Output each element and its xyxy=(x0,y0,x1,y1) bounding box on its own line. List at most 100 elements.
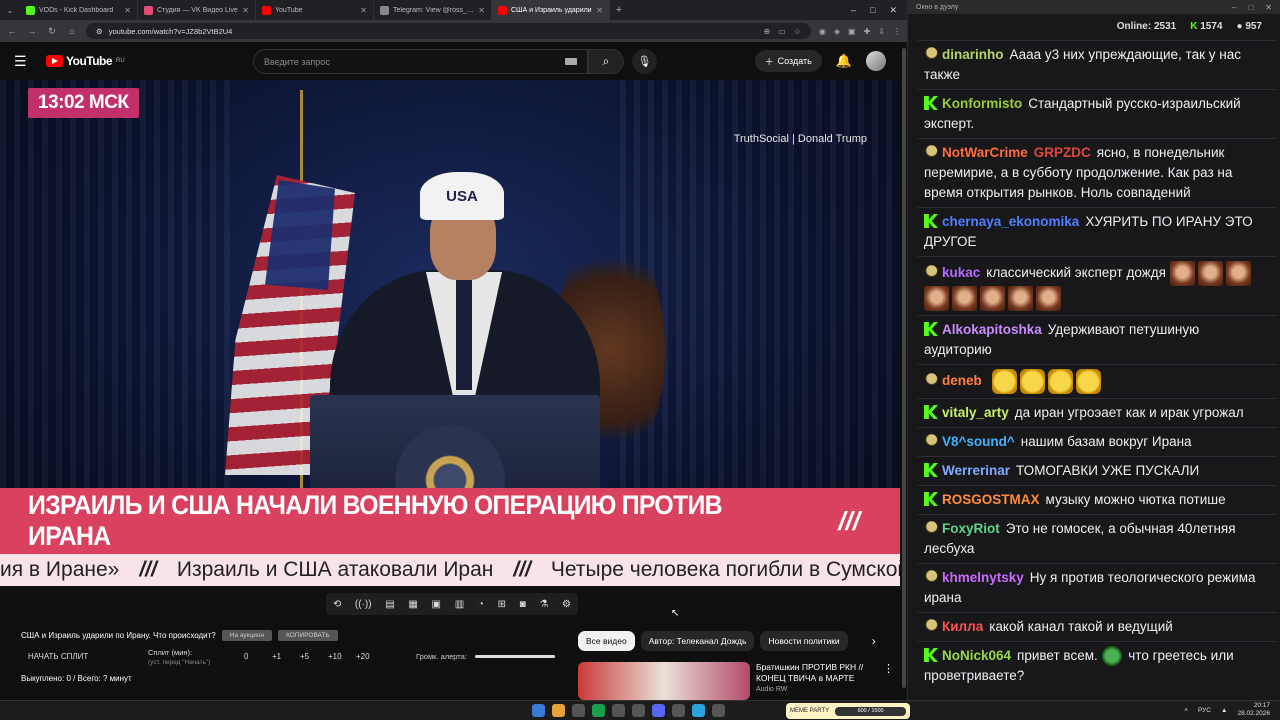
chat-username[interactable]: khmelnytsky xyxy=(942,570,1024,585)
start-split-button[interactable]: НАЧАТЬ СПЛИТ xyxy=(28,652,88,661)
telegram-icon[interactable] xyxy=(692,704,705,717)
chat-username[interactable]: dinarinho xyxy=(942,47,1004,62)
split-option[interactable]: 0 xyxy=(244,652,272,661)
camera-icon[interactable]: ◙ xyxy=(520,599,526,610)
subtitles-icon[interactable]: ▥ xyxy=(455,599,464,610)
chat-username[interactable]: FoxyRiot xyxy=(942,521,1000,536)
voice-search-button[interactable]: 🎙 xyxy=(632,49,657,74)
extension-icon[interactable]: ◈ xyxy=(834,27,840,36)
alert-volume-slider[interactable] xyxy=(474,655,555,658)
meme-party-widget[interactable]: MEME PARTY 600 / 1500 xyxy=(786,703,910,719)
site-info-icon[interactable]: ⚙ xyxy=(96,27,103,36)
close-icon[interactable]: ✕ xyxy=(1265,3,1272,12)
maximize-icon[interactable]: □ xyxy=(1248,3,1253,12)
tab-search-icon[interactable]: ⌄ xyxy=(0,0,20,20)
flask-icon[interactable]: ⚗ xyxy=(539,599,548,610)
minimize-icon[interactable]: – xyxy=(851,5,856,16)
chip-all-videos[interactable]: Все видео xyxy=(578,631,635,651)
chat-username[interactable]: vitaly_arty xyxy=(942,405,1009,420)
browser-icon[interactable] xyxy=(552,704,565,717)
app-icon[interactable] xyxy=(572,704,585,717)
chat-username[interactable]: chernaya_ekonomika xyxy=(942,214,1079,229)
chat-username[interactable]: kukac xyxy=(942,265,980,280)
chat-username[interactable]: Werrerinar xyxy=(942,463,1010,478)
browser-tab[interactable]: США и Израиль ударили ✕ xyxy=(492,0,610,20)
chat-username[interactable]: Килла xyxy=(942,619,983,634)
chip-politics-news[interactable]: Новости политики xyxy=(760,631,848,651)
keyboard-icon[interactable] xyxy=(565,58,577,65)
close-icon[interactable]: ✕ xyxy=(889,5,897,16)
chat-username[interactable]: V8^sound^ xyxy=(942,434,1015,449)
avatar[interactable] xyxy=(866,51,886,71)
tab-close-icon[interactable]: ✕ xyxy=(242,6,249,15)
puzzle-icon[interactable]: ✚ xyxy=(864,27,871,36)
browser-tab[interactable]: Telegram: View @ross_name✕ xyxy=(374,0,492,20)
chat-username[interactable]: NotWarCrime xyxy=(942,145,1028,160)
add-box-icon[interactable]: ⊞ xyxy=(498,599,506,610)
url-field[interactable]: ⚙ youtube.com/watch?v=JZ8b2VtB2U4 ⊕ ▭ ☆ xyxy=(86,23,811,39)
start-icon[interactable] xyxy=(532,704,545,717)
extension-icon[interactable]: ▣ xyxy=(848,27,856,36)
chat-username[interactable]: NoNick064 xyxy=(942,648,1011,663)
network-icon[interactable]: ▲ xyxy=(1221,707,1227,714)
copy-button[interactable]: КОПИРОВАТЬ xyxy=(278,630,338,641)
tab-close-icon[interactable]: ✕ xyxy=(360,6,367,15)
chat-username[interactable]: GRPZDC xyxy=(1034,145,1091,160)
split-option[interactable]: +5 xyxy=(300,652,328,661)
gear-icon[interactable]: ⚙ xyxy=(562,599,571,610)
bookmark-star-icon[interactable]: ☆ xyxy=(794,27,801,36)
maximize-icon[interactable]: □ xyxy=(870,5,875,16)
picture-in-picture-icon[interactable]: ▣ xyxy=(432,599,441,610)
broadcast-icon[interactable]: ((·)) xyxy=(355,599,372,610)
chat-messages[interactable]: dinarinho Аааа у3 них упреждающие, так у … xyxy=(918,40,1276,694)
split-option[interactable]: +20 xyxy=(356,652,384,661)
tab-close-icon[interactable]: ✕ xyxy=(124,6,131,15)
home-icon[interactable]: ⌂ xyxy=(66,26,78,36)
recommended-video[interactable]: Братишкин ПРОТИВ РКН // КОНЕЦ ТВИЧА в МА… xyxy=(578,662,894,700)
spotify-icon[interactable] xyxy=(592,704,605,717)
browser-tab[interactable]: VODs - Kick Dashboard ✕ xyxy=(20,0,138,20)
auction-button[interactable]: На аукцион xyxy=(221,630,273,641)
download-icon[interactable]: ⇩ xyxy=(878,27,885,36)
speed-icon[interactable]: ◔ xyxy=(478,599,484,610)
extension-icon[interactable]: ◉ xyxy=(819,27,826,36)
loop-icon[interactable]: ⟲ xyxy=(333,599,341,610)
back-icon[interactable]: ← xyxy=(6,26,18,36)
chevron-up-icon[interactable]: ˄ xyxy=(1184,707,1188,714)
more-options-icon[interactable]: ⋮ xyxy=(883,662,894,700)
notifications-bell-icon[interactable]: 🔔 xyxy=(836,53,852,69)
app-icon[interactable] xyxy=(632,704,645,717)
minimize-icon[interactable]: – xyxy=(1232,3,1236,12)
translate-icon[interactable]: ⊕ xyxy=(763,27,770,36)
chip-author[interactable]: Автор: Телеканал Дождь xyxy=(640,631,755,651)
chat-username[interactable]: Alkokapitoshka xyxy=(942,322,1042,337)
menu-dots-icon[interactable]: ⋮ xyxy=(893,27,901,36)
browser-tab[interactable]: YouTube ✕ xyxy=(256,0,374,20)
tab-close-icon[interactable]: ✕ xyxy=(478,6,485,15)
search-input[interactable]: Введите запрос xyxy=(253,49,588,74)
chat-username[interactable]: Konformisto xyxy=(942,96,1022,111)
chevron-right-icon[interactable]: › xyxy=(872,634,876,648)
chat-username[interactable]: deneb xyxy=(942,373,982,388)
video-player[interactable]: USA 13:02 МСК TruthSocial | Donald Trump… xyxy=(0,80,900,586)
hamburger-menu-icon[interactable]: ☰ xyxy=(14,53,38,70)
tab-close-icon[interactable]: ✕ xyxy=(596,6,603,15)
recommended-thumbnail[interactable] xyxy=(578,662,750,700)
app-icon[interactable] xyxy=(672,704,685,717)
search-button[interactable]: ⌕ xyxy=(588,49,624,74)
language-indicator[interactable]: РУС xyxy=(1198,707,1211,714)
app-icon[interactable] xyxy=(712,704,725,717)
forward-icon[interactable]: → xyxy=(26,26,38,36)
app-icon[interactable] xyxy=(612,704,625,717)
split-option[interactable]: +10 xyxy=(328,652,356,661)
create-button[interactable]: ＋ Создать xyxy=(754,50,822,72)
browser-tab[interactable]: Студия — VK Видео Live ✕ xyxy=(138,0,256,20)
new-tab-button[interactable]: + xyxy=(610,4,628,16)
reload-icon[interactable]: ↻ xyxy=(46,26,58,37)
chat-username[interactable]: ROSGOSTMAX xyxy=(942,492,1040,507)
cast-icon[interactable]: ▭ xyxy=(778,27,786,36)
youtube-logo[interactable]: YouTube RU xyxy=(46,54,125,68)
settings-video-icon[interactable]: ▤ xyxy=(385,599,394,610)
clapper-icon[interactable]: ▦ xyxy=(408,599,417,610)
discord-icon[interactable] xyxy=(652,704,665,717)
